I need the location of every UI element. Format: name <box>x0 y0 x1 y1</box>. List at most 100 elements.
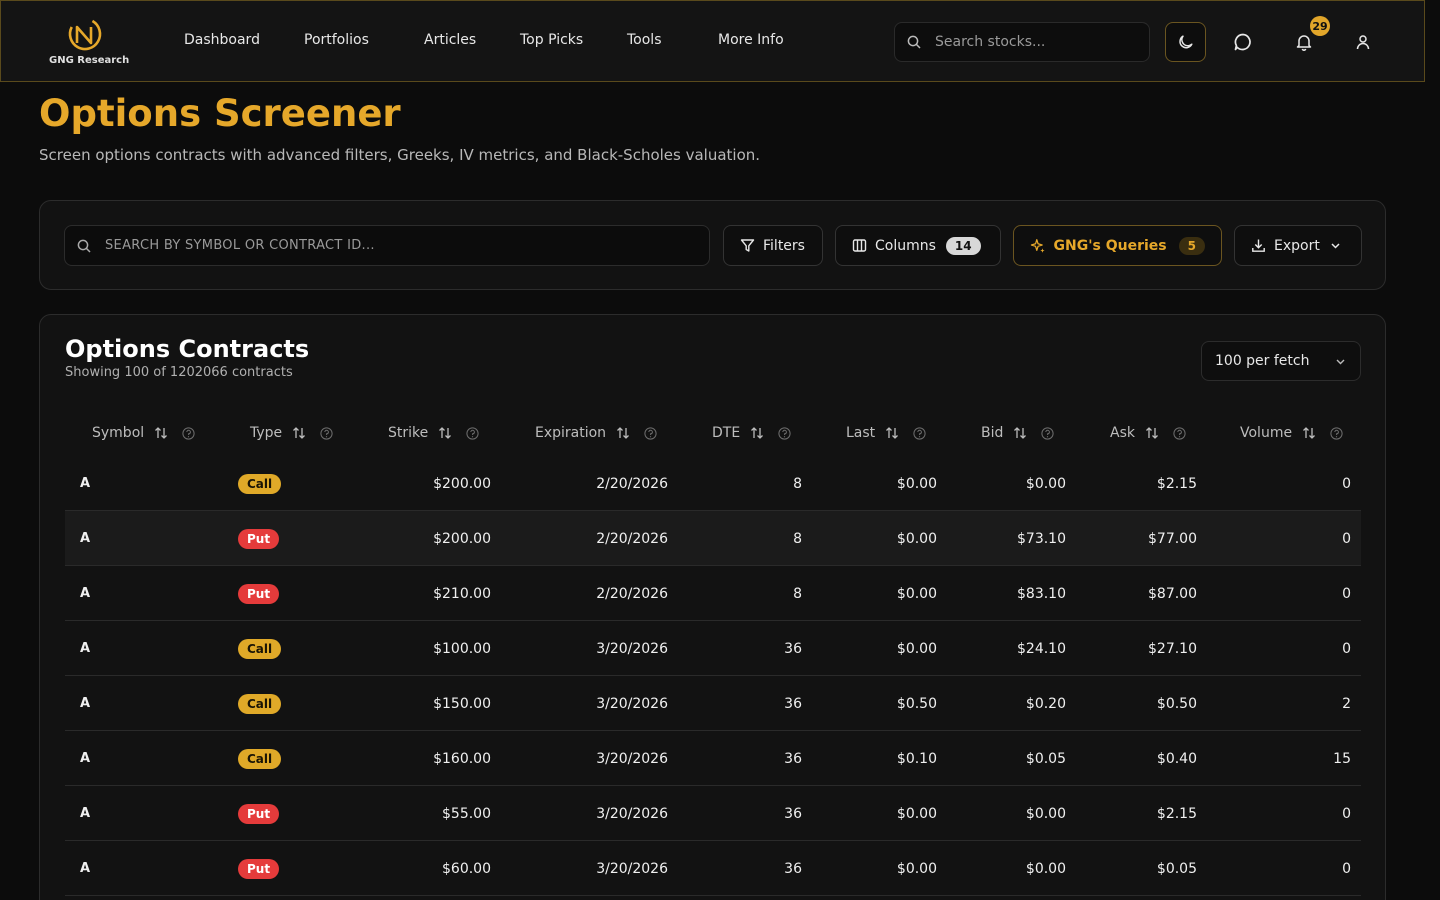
table-row[interactable]: A Call $200.00 2/20/2026 8 $0.00 $0.00 $2.15 0 <box>65 456 1361 511</box>
column-header-label: Ask <box>1110 425 1135 441</box>
cell-bid: $73.10 <box>1017 511 1066 566</box>
help-icon[interactable] <box>1173 426 1186 440</box>
columns-button[interactable]: Columns 14 <box>835 225 1001 266</box>
column-header-symbol[interactable]: Symbol <box>92 411 195 455</box>
cell-dte: 36 <box>784 621 802 676</box>
last-value: $0.00 <box>896 805 937 822</box>
table-header: Symbol Type Strike Expiration DTE Last Bid Ask V… <box>65 411 1361 455</box>
help-icon[interactable] <box>1330 426 1343 440</box>
column-header-last[interactable]: Last <box>846 411 926 455</box>
brand-logo[interactable]: GNG Research <box>49 15 129 71</box>
cell-volume: 0 <box>1342 456 1351 511</box>
strike-value: $55.00 <box>442 805 491 822</box>
cell-type: Put <box>238 566 280 621</box>
cell-strike: $150.00 <box>433 676 491 731</box>
theme-toggle-button[interactable] <box>1165 22 1206 62</box>
symbol-value[interactable]: A <box>80 586 90 601</box>
symbol-value[interactable]: A <box>80 806 90 821</box>
volume-value: 0 <box>1342 530 1351 547</box>
export-button[interactable]: Export <box>1234 225 1362 266</box>
help-icon[interactable] <box>1041 426 1054 440</box>
table-row[interactable]: A Call $150.00 3/20/2026 36 $0.50 $0.20 $0.50 2 <box>65 676 1361 731</box>
nav-link-tools[interactable]: Tools <box>627 32 718 48</box>
account-button[interactable] <box>1343 22 1383 62</box>
cell-dte: 8 <box>793 566 802 621</box>
stock-search <box>894 22 1150 62</box>
table-row[interactable]: A Put $210.00 2/20/2026 8 $0.00 $83.10 $87.00 0 <box>65 566 1361 621</box>
column-header-type[interactable]: Type <box>250 411 333 455</box>
cell-expiration: 3/20/2026 <box>596 676 668 731</box>
ask-value: $0.50 <box>1156 695 1197 712</box>
sort-icon[interactable] <box>292 426 306 440</box>
help-icon[interactable] <box>644 426 657 440</box>
nav-link-top-picks[interactable]: Top Picks <box>520 32 627 48</box>
filters-button[interactable]: Filters <box>723 225 823 266</box>
cell-last: $0.00 <box>897 621 937 676</box>
stock-search-input[interactable] <box>935 34 1135 50</box>
table-row[interactable]: A Put $60.00 3/20/2026 36 $0.00 $0.00 $0.05 0 <box>65 841 1361 896</box>
table-row[interactable]: A Call $100.00 3/20/2026 36 $0.00 $24.10 $27.10… <box>65 621 1361 676</box>
sort-icon[interactable] <box>885 426 899 440</box>
columns-count-badge: 14 <box>945 236 981 255</box>
cell-ask: $2.15 <box>1157 786 1197 841</box>
symbol-value[interactable]: A <box>80 641 90 656</box>
sort-icon[interactable] <box>1302 426 1316 440</box>
search-icon <box>907 35 921 49</box>
table-row[interactable]: A Put $55.00 3/20/2026 36 $0.00 $0.00 $2.15 0 <box>65 786 1361 841</box>
symbol-value[interactable]: A <box>80 476 90 491</box>
symbol-value[interactable]: A <box>80 861 90 876</box>
table-row[interactable]: A Call $160.00 3/20/2026 36 $0.10 $0.05 $0.40 15 <box>65 731 1361 786</box>
cell-strike: $160.00 <box>433 731 491 786</box>
last-value: $0.50 <box>896 695 937 712</box>
chevron-down-icon <box>1331 243 1340 249</box>
messages-button[interactable] <box>1223 22 1263 62</box>
expiration-value: 2/20/2026 <box>596 585 668 602</box>
cell-bid: $0.20 <box>1026 676 1066 731</box>
column-header-bid[interactable]: Bid <box>981 411 1054 455</box>
expiration-value: 3/20/2026 <box>596 860 668 877</box>
nav-link-portfolios[interactable]: Portfolios <box>304 32 424 48</box>
chevron-down-icon <box>1336 359 1345 364</box>
cell-type: Call <box>238 731 282 786</box>
search-icon <box>77 239 91 253</box>
help-icon[interactable] <box>182 426 195 440</box>
dte-value: 36 <box>784 750 802 767</box>
help-icon[interactable] <box>320 426 333 440</box>
cell-symbol: A <box>80 621 90 676</box>
fetch-size-select[interactable]: 100 per fetch <box>1201 341 1361 381</box>
symbol-value[interactable]: A <box>80 696 90 711</box>
sort-icon[interactable] <box>438 426 452 440</box>
sort-icon[interactable] <box>750 426 764 440</box>
column-header-dte[interactable]: DTE <box>712 411 791 455</box>
nav-link-dashboard[interactable]: Dashboard <box>184 32 304 48</box>
cell-last: $0.00 <box>897 511 937 566</box>
column-header-ask[interactable]: Ask <box>1110 411 1186 455</box>
symbol-value[interactable]: A <box>80 531 90 546</box>
help-icon[interactable] <box>778 426 791 440</box>
contract-search-input[interactable] <box>105 238 665 253</box>
nav-link-articles[interactable]: Articles <box>424 32 520 48</box>
nav-link-more-info[interactable]: More Info <box>718 32 784 48</box>
help-icon[interactable] <box>466 426 479 440</box>
top-nav: GNG Research Dashboard Portfolios Articl… <box>0 0 1425 82</box>
column-header-label: Expiration <box>535 425 607 441</box>
sort-icon[interactable] <box>154 426 168 440</box>
column-header-volume[interactable]: Volume <box>1240 411 1343 455</box>
table-row[interactable]: A Put $200.00 2/20/2026 8 $0.00 $73.10 $77.00 0 <box>65 511 1361 566</box>
column-header-strike[interactable]: Strike <box>388 411 479 455</box>
cell-volume: 2 <box>1342 676 1351 731</box>
column-header-expiration[interactable]: Expiration <box>535 411 657 455</box>
gng-queries-button[interactable]: GNG's Queries 5 <box>1013 225 1222 266</box>
sort-icon[interactable] <box>1013 426 1027 440</box>
cell-expiration: 2/20/2026 <box>596 456 668 511</box>
symbol-value[interactable]: A <box>80 751 90 766</box>
column-header-label: Volume <box>1240 425 1293 441</box>
help-icon[interactable] <box>913 426 926 440</box>
cell-ask: $0.40 <box>1157 731 1197 786</box>
sort-icon[interactable] <box>616 426 630 440</box>
cell-symbol: A <box>80 786 90 841</box>
sort-icon[interactable] <box>1145 426 1159 440</box>
expiration-value: 3/20/2026 <box>596 805 668 822</box>
cell-expiration: 3/20/2026 <box>596 731 668 786</box>
cell-expiration: 3/20/2026 <box>596 621 668 676</box>
